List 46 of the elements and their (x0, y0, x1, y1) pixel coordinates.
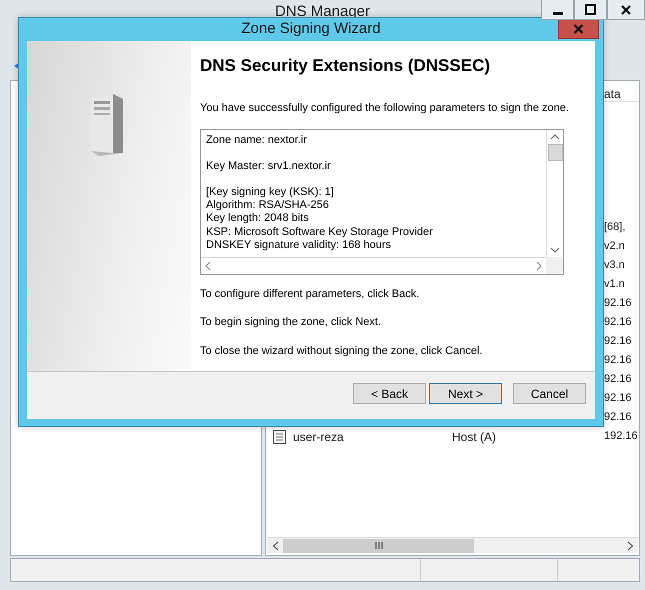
scrollbar-thumb[interactable] (283, 538, 474, 552)
wizard-button[interactable]: < Back (353, 383, 426, 404)
record-data: v2.n (604, 239, 625, 254)
summary-line: Key length: 2048 bits (206, 212, 310, 226)
scroll-left-icon[interactable] (272, 540, 278, 550)
record-data: v1.n (604, 277, 625, 292)
summary-line: Key Master: srv1.nextor.ir (206, 160, 332, 173)
summary-line: KSP: Microsoft Software Key Storage Provider (206, 226, 434, 239)
record-data: 92.16 (604, 296, 632, 312)
summary-line: Algorithm: RSA/SHA-256 (206, 199, 330, 212)
close-button[interactable] (558, 18, 599, 39)
record-type: Host (A) (452, 428, 498, 446)
scroll-right-icon[interactable] (626, 540, 634, 550)
close-button[interactable] (607, 0, 645, 20)
record-data: 92.16 (604, 372, 632, 388)
maximize-icon (585, 4, 596, 15)
record-data: 192.16 (604, 429, 638, 444)
wizard-button[interactable]: Cancel (513, 383, 586, 404)
page-heading: DNS Security Extensions (DNSSEC) (200, 54, 492, 76)
record-data: 92.16 (604, 334, 632, 350)
close-icon (621, 4, 631, 14)
dialog-title: Zone Signing Wizard (241, 19, 381, 39)
instruction-text: To configure different parameters, click Back. (200, 286, 420, 302)
summary-line: Zone name: nextor.ir (206, 134, 308, 147)
scrollbar-thumb[interactable] (548, 144, 562, 160)
instruction-text: To begin signing the zone, click Next. (200, 315, 382, 330)
record-icon (272, 429, 287, 446)
scrollbar-corner (546, 256, 563, 274)
record-data: 92.16 (604, 391, 632, 406)
maximize-button[interactable] (574, 0, 607, 20)
window-title: DNS Manager (274, 2, 372, 22)
summary-line: DNSKEY signature validity: 168 hours (206, 238, 392, 252)
minimize-icon (552, 12, 562, 15)
summary-line: [Key signing key (KSK): 1] (206, 186, 335, 200)
column-header: ata (604, 87, 621, 101)
record-data: 92.16 (604, 315, 632, 330)
close-icon (573, 24, 584, 34)
record-data: 92.16 (604, 410, 632, 426)
wizard-button[interactable]: Next > (429, 383, 502, 404)
record-data: 92.16 (604, 353, 632, 368)
record-data: [68], (604, 220, 626, 236)
intro-text: You have successfully configured the following parameters to sign the zone. (200, 101, 570, 116)
instruction-text: To close the wizard without signing the zone, click Cancel. (200, 344, 484, 358)
record-data: v3.n (604, 258, 625, 274)
minimize-button[interactable] (541, 0, 574, 20)
record-name[interactable]: user-reza (287, 428, 452, 446)
